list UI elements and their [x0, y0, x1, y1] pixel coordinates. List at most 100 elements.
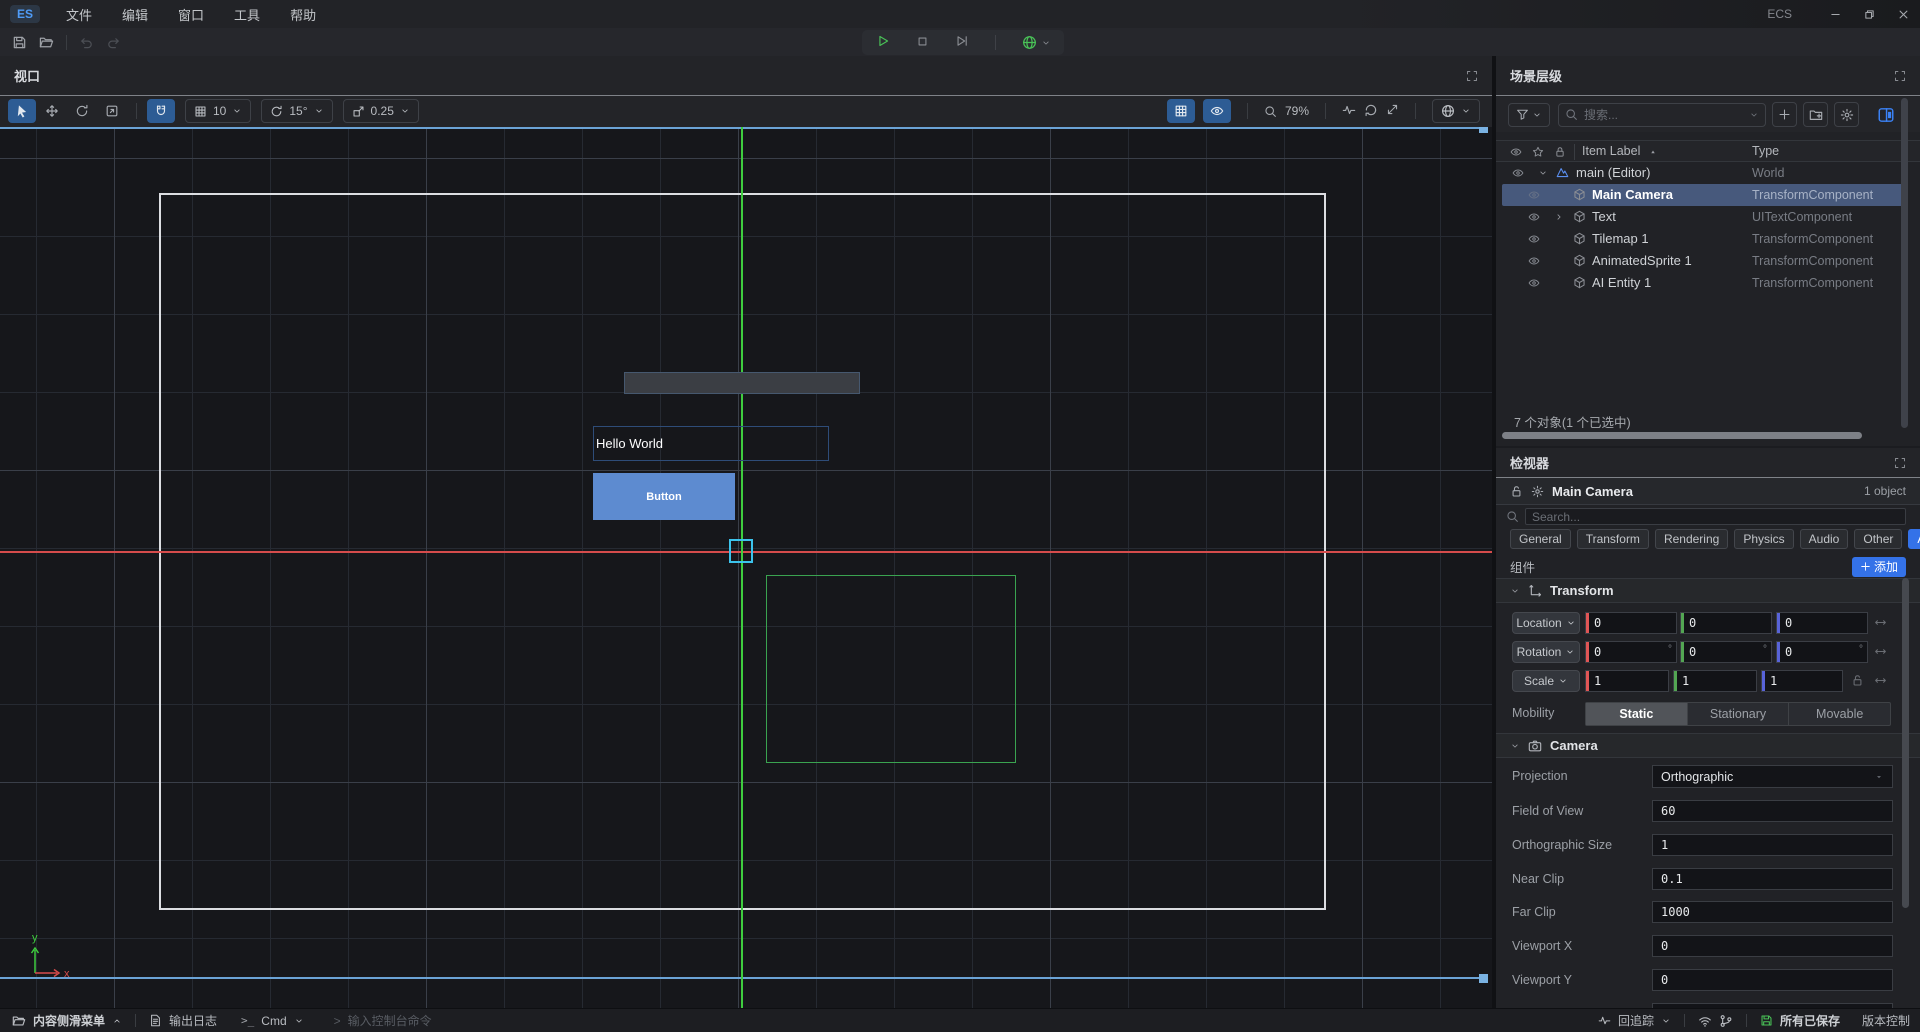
inspector-search-input[interactable]: [1525, 508, 1906, 525]
inspector-expand-button[interactable]: [1894, 457, 1906, 469]
visibility-toggle-icon[interactable]: [1528, 255, 1540, 267]
location-z-input[interactable]: [1785, 613, 1861, 633]
star-column-icon[interactable]: [1532, 146, 1544, 158]
link-axes-icon[interactable]: [1874, 616, 1887, 629]
visibility-toggle-icon[interactable]: [1512, 167, 1524, 179]
snap-toggle-button[interactable]: [147, 99, 175, 123]
column-item-label[interactable]: Item Label: [1582, 144, 1640, 158]
rotation-mode-dropdown[interactable]: Rotation: [1512, 641, 1580, 663]
chevron-right-icon[interactable]: [1554, 212, 1564, 222]
reset-view-button[interactable]: [1364, 103, 1378, 120]
app-logo[interactable]: ES: [10, 5, 40, 23]
visibility-toggle-icon[interactable]: [1528, 233, 1540, 245]
save-button[interactable]: [12, 35, 27, 50]
tab-general[interactable]: General: [1510, 529, 1571, 549]
add-component-button[interactable]: 添加: [1852, 557, 1906, 577]
version-control-button[interactable]: 版本控制: [1862, 1012, 1910, 1029]
unlock-icon[interactable]: [1510, 485, 1523, 498]
stats-button[interactable]: [1342, 103, 1356, 120]
location-x-input[interactable]: [1594, 613, 1670, 633]
uniform-scale-lock-icon[interactable]: [1851, 674, 1864, 687]
tab-physics[interactable]: Physics: [1734, 529, 1793, 549]
tree-row-ai-entity[interactable]: AI Entity 1 TransformComponent: [1502, 272, 1906, 294]
network-icon[interactable]: [1698, 1014, 1712, 1028]
ui-panel-element[interactable]: [624, 372, 860, 394]
move-tool-button[interactable]: [38, 99, 66, 123]
visibility-toggle-icon[interactable]: [1528, 277, 1540, 289]
viewport-expand-button[interactable]: [1466, 70, 1478, 82]
open-button[interactable]: [39, 35, 54, 50]
step-button[interactable]: [955, 34, 969, 51]
fit-view-button[interactable]: [1386, 103, 1399, 119]
ui-text-element[interactable]: Hello World: [593, 426, 829, 461]
visibility-toggle-icon[interactable]: [1528, 211, 1540, 223]
projection-select[interactable]: Orthographic: [1652, 765, 1893, 788]
eye-column-icon[interactable]: [1510, 146, 1522, 158]
far-clip-input[interactable]: [1661, 902, 1886, 922]
near-clip-input[interactable]: [1661, 869, 1886, 889]
menu-edit[interactable]: 编辑: [122, 5, 148, 24]
hierarchy-search-input[interactable]: [1584, 108, 1743, 122]
horizontal-scrollbar[interactable]: [1502, 432, 1862, 439]
scale-snap-dropdown[interactable]: 0.25: [343, 99, 419, 123]
tree-row-world[interactable]: main (Editor) World: [1502, 162, 1906, 184]
tree-row-tilemap[interactable]: Tilemap 1 TransformComponent: [1502, 228, 1906, 250]
tab-rendering[interactable]: Rendering: [1655, 529, 1728, 549]
filter-dropdown[interactable]: [1508, 103, 1550, 127]
hierarchy-settings-button[interactable]: [1834, 102, 1859, 127]
zoom-level[interactable]: 79%: [1285, 104, 1309, 118]
chevron-up-icon[interactable]: [112, 1016, 122, 1026]
sort-ascending-icon[interactable]: [1648, 147, 1658, 157]
scale-y-input[interactable]: [1682, 671, 1750, 691]
trace-dropdown[interactable]: 回追踪: [1618, 1012, 1654, 1029]
angle-snap-dropdown[interactable]: 15°: [261, 99, 332, 123]
console-input[interactable]: 输入控制台命令: [348, 1012, 432, 1029]
tree-row-animatedsprite[interactable]: AnimatedSprite 1 TransformComponent: [1502, 250, 1906, 272]
git-branch-icon[interactable]: [1719, 1014, 1733, 1028]
scale-x-input[interactable]: [1594, 671, 1662, 691]
vertical-scrollbar[interactable]: [1902, 578, 1909, 908]
ui-button-element[interactable]: Button: [593, 473, 735, 520]
vertical-scrollbar[interactable]: [1901, 98, 1908, 428]
rotation-z-input[interactable]: [1785, 642, 1861, 662]
link-axes-icon[interactable]: [1874, 645, 1887, 658]
gizmo-visibility-button[interactable]: [1203, 99, 1231, 123]
run-target-dropdown[interactable]: [1022, 35, 1051, 50]
close-button[interactable]: [1886, 0, 1920, 28]
minimize-button[interactable]: [1818, 0, 1852, 28]
chevron-down-icon[interactable]: [1538, 168, 1548, 178]
mobility-movable[interactable]: Movable: [1789, 703, 1890, 725]
menu-help[interactable]: 帮助: [290, 5, 316, 24]
ortho-size-input[interactable]: [1661, 835, 1886, 855]
mobility-stationary[interactable]: Stationary: [1688, 703, 1790, 725]
menu-file[interactable]: 文件: [66, 5, 92, 24]
location-mode-dropdown[interactable]: Location: [1512, 612, 1580, 634]
select-tool-button[interactable]: [8, 99, 36, 123]
lock-column-icon[interactable]: [1554, 146, 1566, 158]
rotation-x-input[interactable]: [1594, 642, 1670, 662]
mobility-static[interactable]: Static: [1586, 703, 1688, 725]
link-axes-icon[interactable]: [1874, 674, 1887, 687]
tab-other[interactable]: Other: [1854, 529, 1902, 549]
menu-tools[interactable]: 工具: [234, 5, 260, 24]
output-log-button[interactable]: 输出日志: [169, 1012, 217, 1029]
play-button[interactable]: [876, 34, 890, 51]
gear-icon[interactable]: [1531, 485, 1544, 498]
world-dropdown[interactable]: [1432, 99, 1480, 123]
rect-tool-button[interactable]: [98, 99, 126, 123]
chevron-down-icon[interactable]: [1749, 110, 1759, 120]
tree-row-text[interactable]: Text UITextComponent: [1502, 206, 1906, 228]
scale-mode-dropdown[interactable]: Scale: [1512, 670, 1580, 692]
tree-row-main-camera[interactable]: Main Camera TransformComponent: [1502, 184, 1906, 206]
fov-input[interactable]: [1661, 801, 1886, 821]
tab-audio[interactable]: Audio: [1800, 529, 1849, 549]
location-y-input[interactable]: [1689, 613, 1765, 633]
scene-canvas[interactable]: Hello World Button y x: [0, 127, 1492, 1008]
menu-window[interactable]: 窗口: [178, 5, 204, 24]
chevron-down-icon[interactable]: [1661, 1016, 1671, 1026]
maximize-button[interactable]: [1852, 0, 1886, 28]
save-status[interactable]: 所有已保存: [1780, 1012, 1840, 1029]
add-entity-button[interactable]: [1772, 102, 1797, 127]
cmd-dropdown[interactable]: Cmd: [261, 1014, 286, 1028]
tab-transform[interactable]: Transform: [1577, 529, 1649, 549]
